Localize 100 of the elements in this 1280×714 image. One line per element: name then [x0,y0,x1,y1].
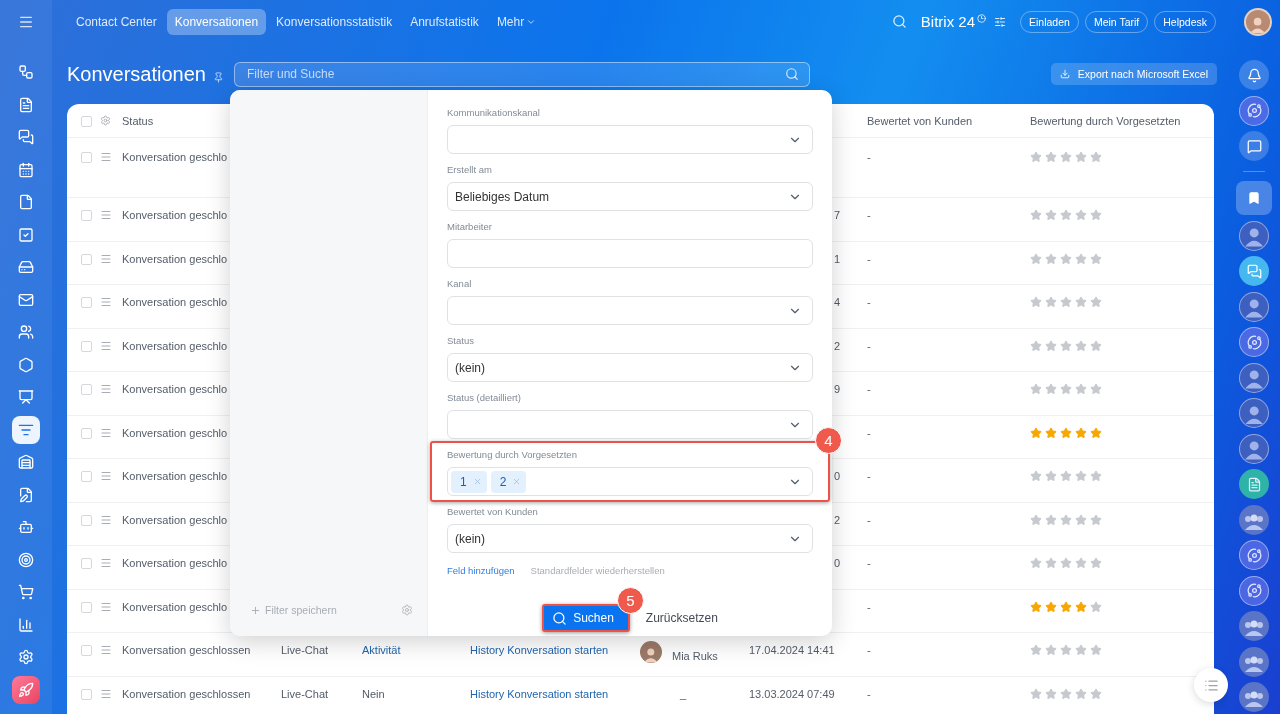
select-field[interactable]: (kein) [447,524,813,553]
drag-handle-icon[interactable] [100,600,112,613]
rocket-icon[interactable] [12,675,40,704]
checkbox[interactable] [81,601,92,613]
avatar[interactable] [1239,362,1269,393]
table-cell: - [867,151,871,164]
nav-tab[interactable]: Konversationen [166,8,267,35]
operator-name[interactable]: Mia Ruks [672,650,718,663]
select-field[interactable]: (kein) [447,353,813,382]
list-button[interactable] [1194,668,1228,702]
star-icon [1045,687,1057,700]
checkbox[interactable] [81,645,92,656]
filter-tag[interactable]: 2 [490,470,527,493]
reset-button[interactable]: Zurücksetzen [645,611,718,625]
star-icon [1030,426,1042,439]
avatar[interactable] [1239,220,1269,251]
drag-handle-icon[interactable] [100,513,112,526]
checkbox[interactable] [81,297,92,308]
checkbox[interactable] [81,384,92,395]
table-cell: - [867,252,871,266]
nav-tab[interactable]: Anrufstatistik [402,8,487,35]
search-field[interactable]: Filter und Suche [234,61,810,87]
select-field[interactable] [447,296,813,325]
bookmark-icon[interactable] [1236,181,1272,215]
checkbox[interactable] [81,340,92,352]
star-icon [1090,209,1102,221]
orbit-icon[interactable] [1239,540,1269,570]
drag-handle-icon[interactable] [100,209,112,221]
column-header[interactable]: Bewertung durch Vorgesetzten [1030,115,1181,128]
chat-bubble-icon[interactable] [1239,256,1269,286]
star-icon [1090,151,1102,163]
drag-handle-icon[interactable] [100,644,112,656]
chat-icon[interactable] [1239,131,1269,161]
table-link[interactable]: History Konversation starten [470,687,609,701]
sliders-icon[interactable] [994,15,1006,28]
avatar[interactable] [1239,291,1269,322]
group-avatar[interactable] [1239,682,1269,712]
column-header[interactable]: Status [122,115,154,128]
drag-handle-icon[interactable] [100,470,112,482]
table-link[interactable]: Aktivität [362,644,401,657]
select-field[interactable] [447,125,813,154]
search-icon[interactable] [785,67,799,81]
input-field[interactable] [447,239,813,268]
drag-handle-icon[interactable] [100,252,112,265]
filter-tag[interactable]: 1 [451,470,487,493]
checkbox[interactable] [81,116,92,127]
pin-icon[interactable] [213,71,224,83]
export-button[interactable]: Export nach Microsoft Excel [1050,63,1217,85]
nav-tab[interactable]: Mehr [488,8,545,35]
operator-name[interactable]: _ [680,687,687,701]
checkbox[interactable] [81,688,92,700]
avatar[interactable] [1239,398,1269,428]
drag-handle-icon[interactable] [100,339,112,352]
search-icon[interactable] [891,14,907,29]
checkbox[interactable] [81,210,92,221]
logo[interactable]: Bitrix 24 [920,13,986,30]
drag-handle-icon[interactable] [100,426,112,439]
star-icon [1030,644,1042,656]
checkbox[interactable] [81,471,92,482]
group-avatar[interactable] [1239,611,1269,641]
star-icon [1045,557,1057,569]
drag-handle-icon[interactable] [100,687,112,700]
avatar[interactable] [1239,433,1269,464]
select-field[interactable] [447,410,813,439]
settings-icon[interactable] [100,115,111,126]
select-field[interactable]: 1 2 [447,467,813,496]
drag-handle-icon[interactable] [100,383,112,395]
star-icon [1060,339,1072,352]
star-icon [1030,470,1042,482]
table-link[interactable]: History Konversation starten [470,644,609,657]
filter-icon[interactable] [12,415,40,444]
drag-handle-icon[interactable] [100,151,112,163]
star-icon [1030,252,1042,265]
checkbox[interactable] [81,152,92,163]
group-avatar[interactable] [1239,504,1269,535]
group-avatar[interactable] [1239,646,1269,677]
bell-icon[interactable] [1239,60,1269,90]
nav-tab[interactable]: Contact Center [68,8,165,35]
add-field-link[interactable]: Feld hinzufügen [447,565,515,576]
field-label: Erstellt am [447,164,493,176]
orbit-icon[interactable] [1239,95,1269,126]
checkbox[interactable] [81,558,92,569]
checkbox[interactable] [81,514,92,526]
clock-icon [977,14,986,23]
nav-tab[interactable]: Konversationsstatistik [268,8,401,35]
checkbox[interactable] [81,427,92,439]
download-icon [1059,69,1070,79]
table-cell: - [867,470,871,483]
avatar[interactable] [1244,7,1272,36]
select-field[interactable]: Beliebiges Datum [447,182,813,211]
star-icon [1060,296,1072,308]
column-header[interactable]: Bewertet von Kunden [867,115,973,128]
checkbox[interactable] [81,253,92,265]
orbit-icon[interactable] [1239,327,1269,357]
star-icon [1090,644,1102,656]
drag-handle-icon[interactable] [100,296,112,308]
document-icon[interactable] [1239,469,1269,499]
drag-handle-icon[interactable] [100,557,112,569]
orbit-icon[interactable] [1239,575,1269,606]
star-icon [1045,644,1057,656]
